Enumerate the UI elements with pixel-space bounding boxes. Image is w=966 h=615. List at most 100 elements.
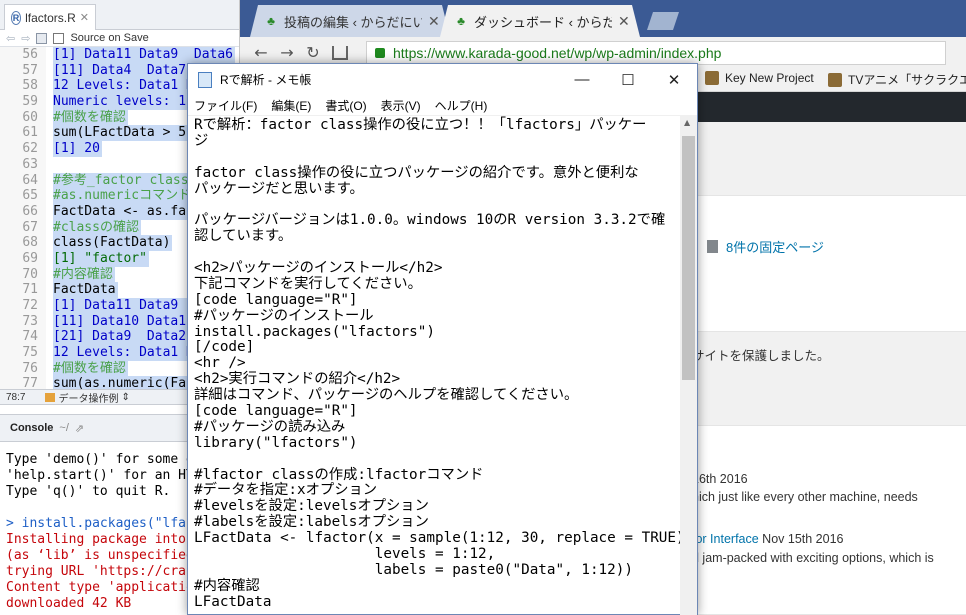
maximize-button[interactable]: ☐ bbox=[605, 71, 651, 89]
close-tab-icon[interactable]: ✕ bbox=[618, 13, 630, 30]
scroll-up-arrow-icon[interactable]: ▲ bbox=[684, 118, 690, 127]
line-number: 56 bbox=[22, 47, 38, 62]
editor-tab-lfactors[interactable]: R lfactors.R ✕ bbox=[4, 4, 96, 30]
news-excerpt: hich just like every other machine, need… bbox=[692, 490, 918, 504]
close-tab-icon[interactable]: ✕ bbox=[428, 13, 440, 30]
line-number: 73 bbox=[22, 313, 38, 329]
notepad-titlebar[interactable]: Rで解析 - メモ帳 — ☐ ✕ bbox=[188, 64, 697, 95]
menu-file[interactable]: ファイル(F) bbox=[194, 97, 257, 114]
line-number: 71 bbox=[22, 282, 38, 298]
page-icon bbox=[707, 240, 718, 253]
text-line: #levelsを設定:levelsオプション bbox=[194, 498, 429, 515]
notepad-text-area[interactable]: Rで解析：factor class操作の役に立つ！！「lfactors」パッケー… bbox=[188, 116, 680, 615]
source-on-save-checkbox[interactable] bbox=[53, 32, 65, 44]
text-line: labels = paste0("Data", 1:12)) bbox=[194, 561, 633, 578]
notepad-icon bbox=[198, 71, 212, 88]
line-number: 66 bbox=[22, 203, 38, 219]
fixed-pages-label: 8件の固定ページ bbox=[726, 240, 824, 255]
source-on-save-label: Source on Save bbox=[70, 32, 149, 44]
text-line: library("lfactors") bbox=[194, 434, 358, 451]
bookmark-key-new-project[interactable]: Key New Project bbox=[705, 71, 814, 85]
bookmark-label: TVアニメ「サクラクエスト」 bbox=[848, 73, 966, 87]
line-number: 63 bbox=[22, 156, 38, 172]
text-line: Rで解析：factor class操作の役に立つ！！「lfactors」パッケー bbox=[194, 117, 647, 133]
reload-icon[interactable]: ↻ bbox=[306, 43, 320, 62]
menu-format[interactable]: 書式(O) bbox=[325, 97, 366, 114]
tab-dashboard[interactable]: ♣ ダッシュボード ‹ からだにいいも ✕ bbox=[440, 5, 640, 37]
line-number: 65 bbox=[22, 188, 38, 204]
editor-tabbar: R lfactors.R ✕ bbox=[0, 0, 239, 30]
text-line: #内容確認 bbox=[194, 577, 260, 594]
text-line: [code language="R"] bbox=[194, 403, 358, 420]
text-line: factor class操作の役に立つパッケージの紹介です。意外と便利な bbox=[194, 164, 639, 181]
text-line: パッケージバージョンは1.0.0。windows 10のR version 3.… bbox=[194, 212, 666, 229]
site-favicon-icon: ♣ bbox=[267, 14, 275, 28]
line-number: 57 bbox=[22, 62, 38, 78]
line-number: 67 bbox=[22, 219, 38, 235]
news-widget bbox=[690, 425, 966, 615]
line-number: 77 bbox=[22, 376, 38, 389]
text-line bbox=[194, 452, 675, 468]
bookmark-sakura-quest[interactable]: TVアニメ「サクラクエスト」 bbox=[828, 71, 966, 88]
address-bar[interactable]: https://www.karada-good.net/wp/wp-admin/… bbox=[366, 40, 946, 65]
text-line bbox=[194, 245, 675, 261]
updown-chevron-icon: ⇕ bbox=[121, 391, 130, 403]
menu-edit[interactable]: 編集(E) bbox=[271, 97, 311, 114]
text-line: 認しています。 bbox=[194, 228, 293, 245]
vertical-scrollbar[interactable]: ▲ bbox=[680, 116, 697, 615]
text-line: [/code] bbox=[194, 339, 255, 356]
text-line: install.packages("lfactors") bbox=[194, 323, 436, 340]
text-line: <hr /> bbox=[194, 355, 246, 372]
line-number: 60 bbox=[22, 109, 38, 125]
line-number: 69 bbox=[22, 250, 38, 266]
home-icon[interactable] bbox=[332, 45, 348, 60]
news-date: 16th 2016 bbox=[692, 472, 748, 486]
notepad-menubar: ファイル(F) 編集(E) 書式(O) 表示(V) ヘルプ(H) bbox=[188, 95, 697, 116]
url-text: https://www.karada-good.net/wp/wp-admin/… bbox=[393, 44, 722, 61]
scrollbar-thumb[interactable] bbox=[682, 136, 695, 380]
news-excerpt: d jam-packed with exciting options, whic… bbox=[692, 551, 934, 565]
fixed-pages-link[interactable]: 8件の固定ページ bbox=[707, 237, 824, 256]
at-a-glance-widget bbox=[690, 195, 966, 332]
text-line: #パッケージの読み込み bbox=[194, 418, 346, 435]
section-icon bbox=[45, 392, 56, 402]
bookmark-label: Key New Project bbox=[725, 71, 814, 85]
text-line: LFactData <- lfactor(x = sample(1:12, 30… bbox=[194, 530, 680, 547]
news-link[interactable]: tor Interface bbox=[692, 532, 759, 546]
code-text: #個数を確認 bbox=[53, 109, 128, 126]
line-number: 61 bbox=[22, 125, 38, 141]
menu-view[interactable]: 表示(V) bbox=[381, 97, 421, 114]
line-number: 68 bbox=[22, 235, 38, 251]
go-to-directory-icon[interactable]: ⇗ bbox=[75, 422, 84, 435]
back-icon[interactable]: ⇦ bbox=[6, 32, 15, 45]
browser-tabbar: ♣ 投稿の編集 ‹ からだにいいも ✕ ♣ ダッシュボード ‹ からだにいいも … bbox=[240, 0, 966, 37]
close-button[interactable]: ✕ bbox=[651, 71, 697, 89]
line-number: 74 bbox=[22, 329, 38, 345]
text-line: levels = 1:12, bbox=[194, 546, 496, 563]
text-line bbox=[194, 150, 675, 166]
menu-help[interactable]: ヘルプ(H) bbox=[435, 97, 488, 114]
code-text: #個数を確認 bbox=[53, 360, 128, 377]
text-line: #labelsを設定:labelsオプション bbox=[194, 514, 429, 531]
text-line: #データを指定:xオプション bbox=[194, 482, 378, 499]
news-date: Nov 15th 2016 bbox=[758, 532, 844, 546]
new-tab-button[interactable] bbox=[647, 12, 679, 30]
forward-arrow-icon[interactable]: → bbox=[280, 43, 294, 62]
tab-edit-post[interactable]: ♣ 投稿の編集 ‹ からだにいいも ✕ bbox=[250, 5, 450, 37]
code-text: FactData bbox=[53, 282, 118, 299]
text-line: ジ bbox=[194, 132, 209, 149]
forward-icon[interactable]: ⇨ bbox=[21, 32, 30, 45]
console-path: ~/ bbox=[59, 422, 69, 434]
bookmark-favicon-icon bbox=[828, 72, 842, 87]
section-selector[interactable]: データ操作例 ⇕ bbox=[45, 390, 130, 405]
code-line: 56 [1] Data11 Data9 Data6 bbox=[0, 47, 240, 63]
minimize-button[interactable]: — bbox=[559, 71, 605, 89]
notepad-window: Rで解析 - メモ帳 — ☐ ✕ ファイル(F) 編集(E) 書式(O) 表示(… bbox=[187, 63, 698, 615]
close-icon[interactable]: ✕ bbox=[80, 11, 89, 24]
save-icon[interactable] bbox=[36, 32, 48, 44]
line-number: 62 bbox=[22, 141, 38, 157]
line-number: 72 bbox=[22, 298, 38, 313]
back-arrow-icon[interactable]: ← bbox=[254, 43, 268, 62]
news-item: tor Interface Nov 15th 2016 bbox=[692, 532, 844, 546]
notepad-title: Rで解析 - メモ帳 bbox=[220, 73, 312, 87]
